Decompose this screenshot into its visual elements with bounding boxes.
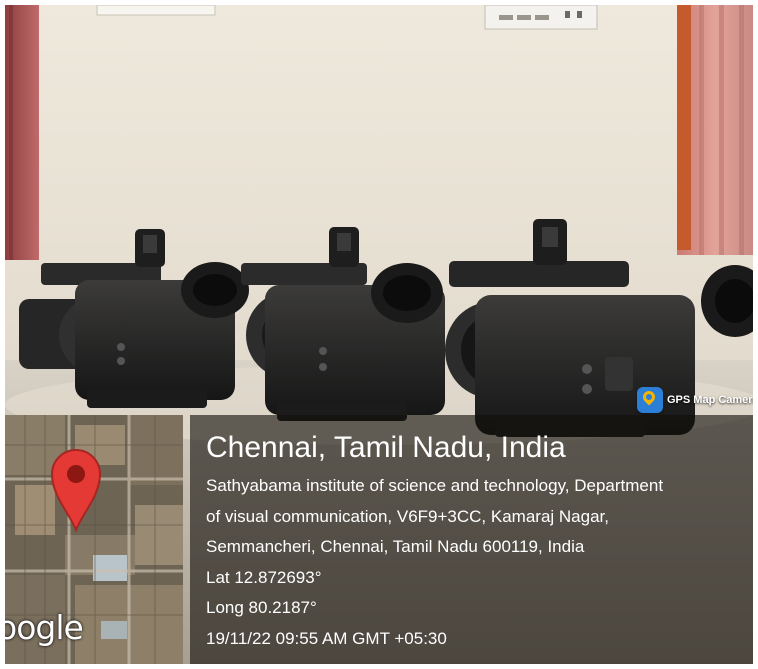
location-title: Chennai, Tamil Nadu, India <box>206 431 566 464</box>
latitude-text: Lat 12.872693° <box>206 567 322 587</box>
google-logo: oogle <box>5 608 84 647</box>
address-line-1: Sathyabama institute of science and tech… <box>206 476 664 495</box>
address-line-3: Semmancheri, Chennai, Tamil Nadu 600119,… <box>206 537 585 556</box>
location-info-panel: Chennai, Tamil Nadu, India Sathyabama in… <box>190 415 753 664</box>
photo-frame: GPS Map Camera oogle Chennai, Tamil Nadu… <box>0 0 758 669</box>
gps-map-camera-label: GPS Map Camera <box>667 394 758 406</box>
gps-map-camera-icon <box>637 387 663 413</box>
map-pin-icon <box>50 449 102 532</box>
timestamp-text: 19/11/22 09:55 AM GMT +05:30 <box>206 628 447 648</box>
satellite-map-thumbnail: oogle <box>5 415 183 664</box>
longitude-text: Long 80.2187° <box>206 598 317 617</box>
gps-map-camera-badge: GPS Map Camera <box>637 385 758 415</box>
address-line-2: of visual communication, V6F9+3CC, Kamar… <box>206 506 609 526</box>
